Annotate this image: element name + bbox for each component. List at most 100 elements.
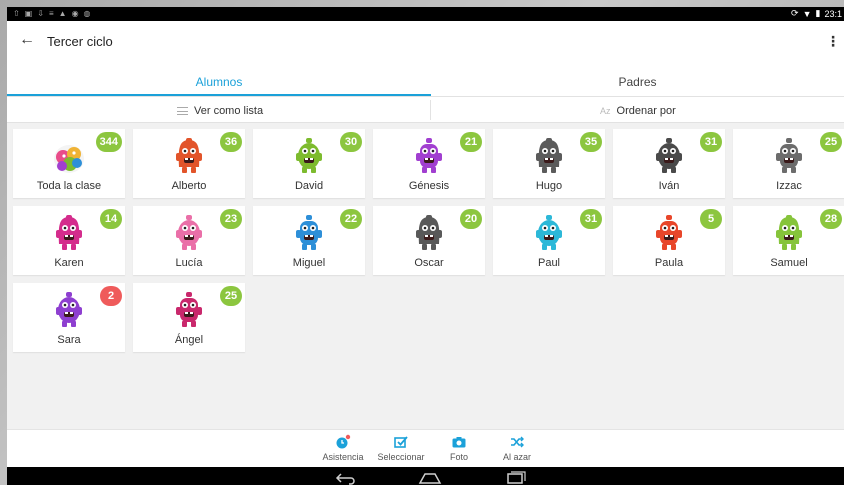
random-label: Al azar: [502, 452, 531, 462]
student-name: Paula: [654, 257, 684, 269]
nav-back-icon[interactable]: [335, 471, 357, 485]
student-card[interactable]: 36 Alberto: [133, 129, 245, 198]
student-name: Izzac: [776, 180, 802, 192]
points-badge: 31: [580, 209, 602, 229]
student-card[interactable]: 22 Miguel: [253, 206, 365, 275]
sort-by-label: Ordenar por: [616, 105, 676, 117]
view-toolbar: Ver como lista Az Ordenar por: [7, 97, 844, 123]
sort-by-button[interactable]: Az Ordenar por: [600, 105, 676, 117]
photo-label: Foto: [449, 452, 468, 462]
points-badge: 23: [220, 209, 242, 229]
monster-avatar-icon: [533, 137, 565, 175]
student-name: Karen: [54, 257, 84, 269]
student-card[interactable]: 31 Iván: [613, 129, 725, 198]
student-name: Toda la clase: [36, 180, 102, 192]
student-name: Oscar: [414, 257, 444, 269]
points-badge: 30: [340, 132, 362, 152]
sort-az-icon: Az: [600, 106, 611, 116]
student-name: Sara: [57, 334, 81, 346]
monster-avatar-icon: [293, 137, 325, 175]
status-bar: ⇧ ▣ ⇩ ≡ ▲ ◉ ◍ ⟳ ▼ ▮ 23:1: [7, 7, 844, 21]
app-notification-icon: ◍: [83, 9, 91, 18]
points-badge: 31: [700, 132, 722, 152]
student-card[interactable]: 25 Izzac: [733, 129, 844, 198]
student-card[interactable]: 31 Paul: [493, 206, 605, 275]
student-card[interactable]: 14 Karen: [13, 206, 125, 275]
student-name: Alberto: [171, 180, 207, 192]
monster-avatar-icon: [413, 137, 445, 175]
random-button[interactable]: Al azar: [487, 434, 547, 462]
student-card[interactable]: 5 Paula: [613, 206, 725, 275]
points-badge: 36: [220, 132, 242, 152]
view-as-list-label: Ver como lista: [194, 105, 264, 117]
student-card[interactable]: 23 Lucía: [133, 206, 245, 275]
usb-icon: ⇧: [13, 9, 20, 18]
points-badge: 35: [580, 132, 602, 152]
attendance-label: Asistencia: [322, 452, 364, 462]
sync-icon: ≡: [48, 9, 54, 18]
action-bar: ← Tercer ciclo ⋮: [7, 21, 844, 65]
tab-bar: Alumnos Padres: [7, 65, 844, 97]
checkbox-icon: [371, 434, 431, 450]
student-card[interactable]: 2 Sara: [13, 283, 125, 352]
student-card[interactable]: 20 Oscar: [373, 206, 485, 275]
student-card[interactable]: 28 Samuel: [733, 206, 844, 275]
clock-icon: [313, 434, 373, 450]
student-name: Ángel: [174, 334, 204, 346]
student-card[interactable]: 344 Toda la clase: [13, 129, 125, 198]
active-tab-indicator: [7, 94, 431, 96]
points-badge: 5: [700, 209, 722, 229]
points-badge: 28: [820, 209, 842, 229]
monster-avatar-icon: [173, 291, 205, 329]
tab-alumnos[interactable]: Alumnos: [7, 75, 431, 89]
nav-home-icon[interactable]: [417, 471, 443, 485]
toolbar-divider: [430, 100, 431, 120]
monster-avatar-icon: [653, 214, 685, 252]
student-card[interactable]: 21 Génesis: [373, 129, 485, 198]
clock-text: 23:1: [824, 8, 842, 19]
tab-padres[interactable]: Padres: [431, 75, 844, 89]
points-badge: 20: [460, 209, 482, 229]
student-name: Paul: [537, 257, 561, 269]
points-badge: 2: [100, 286, 122, 306]
page-title: Tercer ciclo: [47, 34, 113, 49]
system-navigation-bar: [7, 467, 844, 485]
monster-avatar-icon: [773, 137, 805, 175]
student-name: Iván: [658, 180, 680, 192]
list-icon: [177, 107, 188, 115]
download-icon: ⇩: [37, 9, 44, 18]
view-as-list-button[interactable]: Ver como lista: [177, 105, 263, 117]
student-card[interactable]: 30 David: [253, 129, 365, 198]
select-label: Seleccionar: [377, 452, 425, 462]
monster-avatar-icon: [53, 291, 85, 329]
monster-avatar-icon: [53, 137, 85, 175]
select-button[interactable]: Seleccionar: [371, 434, 431, 462]
student-name: Génesis: [408, 180, 450, 192]
bottom-action-bar: Asistencia Seleccionar Foto Al azar: [7, 429, 844, 467]
monster-avatar-icon: [53, 214, 85, 252]
wifi-icon: ▼: [802, 8, 812, 19]
app-screen: ⇧ ▣ ⇩ ≡ ▲ ◉ ◍ ⟳ ▼ ▮ 23:1 ← Tercer ciclo …: [7, 7, 844, 485]
nav-recents-icon[interactable]: [505, 471, 527, 485]
monster-avatar-icon: [653, 137, 685, 175]
student-card[interactable]: 35 Hugo: [493, 129, 605, 198]
photo-button[interactable]: Foto: [429, 434, 489, 462]
attendance-button[interactable]: Asistencia: [313, 434, 373, 462]
monster-avatar-icon: [173, 137, 205, 175]
image-icon: ▣: [24, 9, 33, 18]
overflow-menu-icon[interactable]: ⋮: [826, 33, 840, 50]
points-badge: 21: [460, 132, 482, 152]
student-name: Hugo: [535, 180, 563, 192]
camera-icon: [429, 434, 489, 450]
monster-avatar-icon: [773, 214, 805, 252]
student-grid: 344 Toda la clase 36 Alberto 30 David 21 Génesi…: [13, 129, 844, 429]
monster-avatar-icon: [173, 214, 205, 252]
student-card[interactable]: 25 Ángel: [133, 283, 245, 352]
battery-icon: ▮: [815, 8, 821, 18]
media-icon: ◉: [71, 9, 79, 18]
monster-avatar-icon: [413, 214, 445, 252]
rotate-icon: ⟳: [791, 8, 799, 18]
warning-icon: ▲: [58, 9, 67, 18]
points-badge: 14: [100, 209, 122, 229]
back-arrow-icon[interactable]: ←: [19, 31, 35, 49]
